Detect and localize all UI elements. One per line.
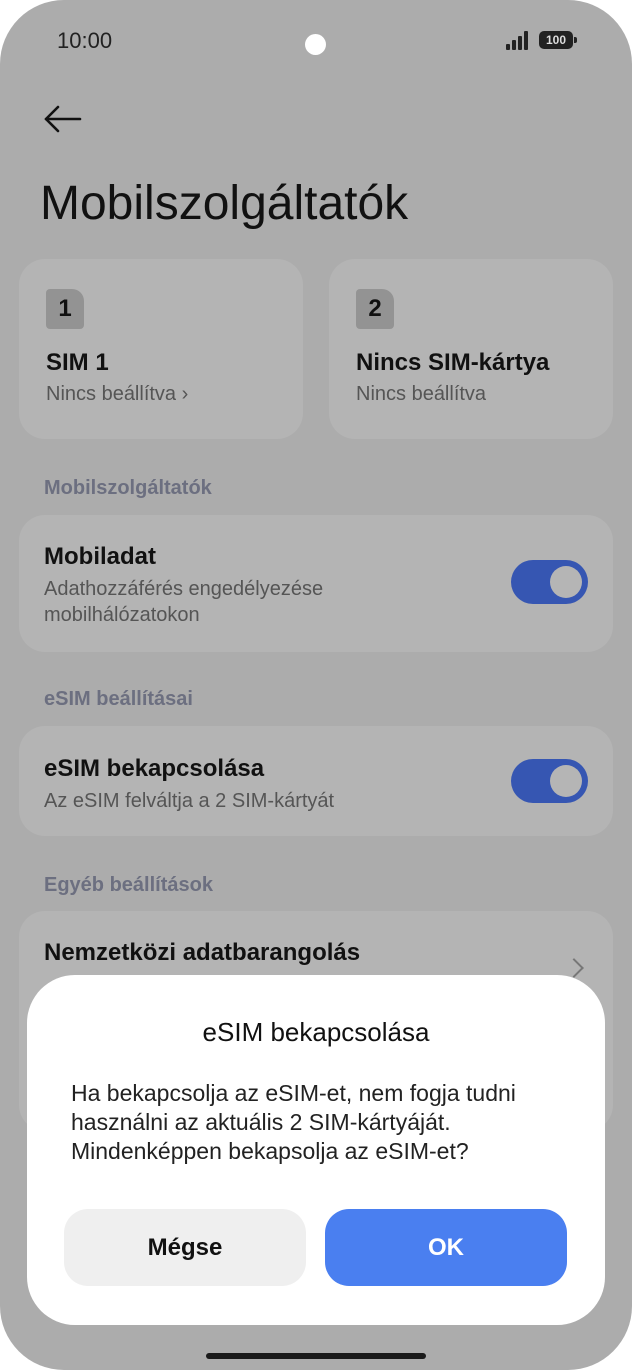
esim-confirm-dialog: eSIM bekapcsolása Ha bekapcsolja az eSIM… (27, 975, 605, 1325)
section-label-other: Egyéb beállítások (44, 874, 213, 896)
home-indicator[interactable] (206, 1353, 426, 1359)
dialog-title: eSIM bekapcsolása (202, 1017, 430, 1047)
sim-slot-2-icon: 2 (356, 289, 394, 329)
sim-slot-1-icon: 1 (46, 289, 84, 329)
page-title: Mobilszolgáltatók (40, 177, 409, 230)
mobile-data-title: Mobiladat (44, 543, 156, 570)
cancel-button[interactable]: Mégse (64, 1209, 306, 1286)
status-bar: 10:00 100 (0, 0, 632, 84)
esim-enable-subtitle: Az eSIM felváltja a 2 SIM-kártyát (44, 790, 335, 812)
sim-2-status: Nincs beállítva (356, 383, 487, 405)
dialog-message: Ha bekapcsolja az eSIM-et, nem fogja tud… (71, 1080, 516, 1164)
sim-2-name: Nincs SIM-kártya (356, 349, 550, 376)
phone-screen: 10:00 100 Mobilszolgáltatók 1 SIM 1 Ninc… (0, 0, 632, 1370)
section-label-carriers: Mobilszolgáltatók (44, 477, 212, 499)
back-arrow-icon (44, 105, 82, 133)
camera-cutout (305, 34, 326, 55)
signal-icon (506, 30, 534, 50)
section-label-esim: eSIM beállításai (44, 688, 193, 710)
sim-1-status: Nincs beállítva › (46, 383, 189, 405)
esim-enable-row[interactable]: eSIM bekapcsolása Az eSIM felváltja a 2 … (19, 726, 613, 836)
esim-enable-title: eSIM bekapcsolása (44, 755, 265, 782)
sim-card-2[interactable]: 2 Nincs SIM-kártya Nincs beállítva (329, 259, 613, 439)
ok-button[interactable]: OK (325, 1209, 567, 1286)
sim-1-name: SIM 1 (46, 349, 109, 376)
roaming-title: Nemzetközi adatbarangolás (44, 939, 361, 966)
back-button[interactable] (40, 100, 88, 140)
sim-card-1[interactable]: 1 SIM 1 Nincs beállítva › (19, 259, 303, 439)
battery-icon: 100 (539, 31, 577, 49)
esim-enable-toggle[interactable] (511, 759, 588, 803)
chevron-right-icon (564, 958, 584, 978)
mobile-data-subtitle: Adathozzáférés engedélyezése mobilhálóza… (44, 578, 324, 626)
mobile-data-row[interactable]: Mobiladat Adathozzáférés engedélyezése m… (19, 515, 613, 652)
status-time: 10:00 (57, 28, 113, 53)
mobile-data-toggle[interactable] (511, 560, 588, 604)
